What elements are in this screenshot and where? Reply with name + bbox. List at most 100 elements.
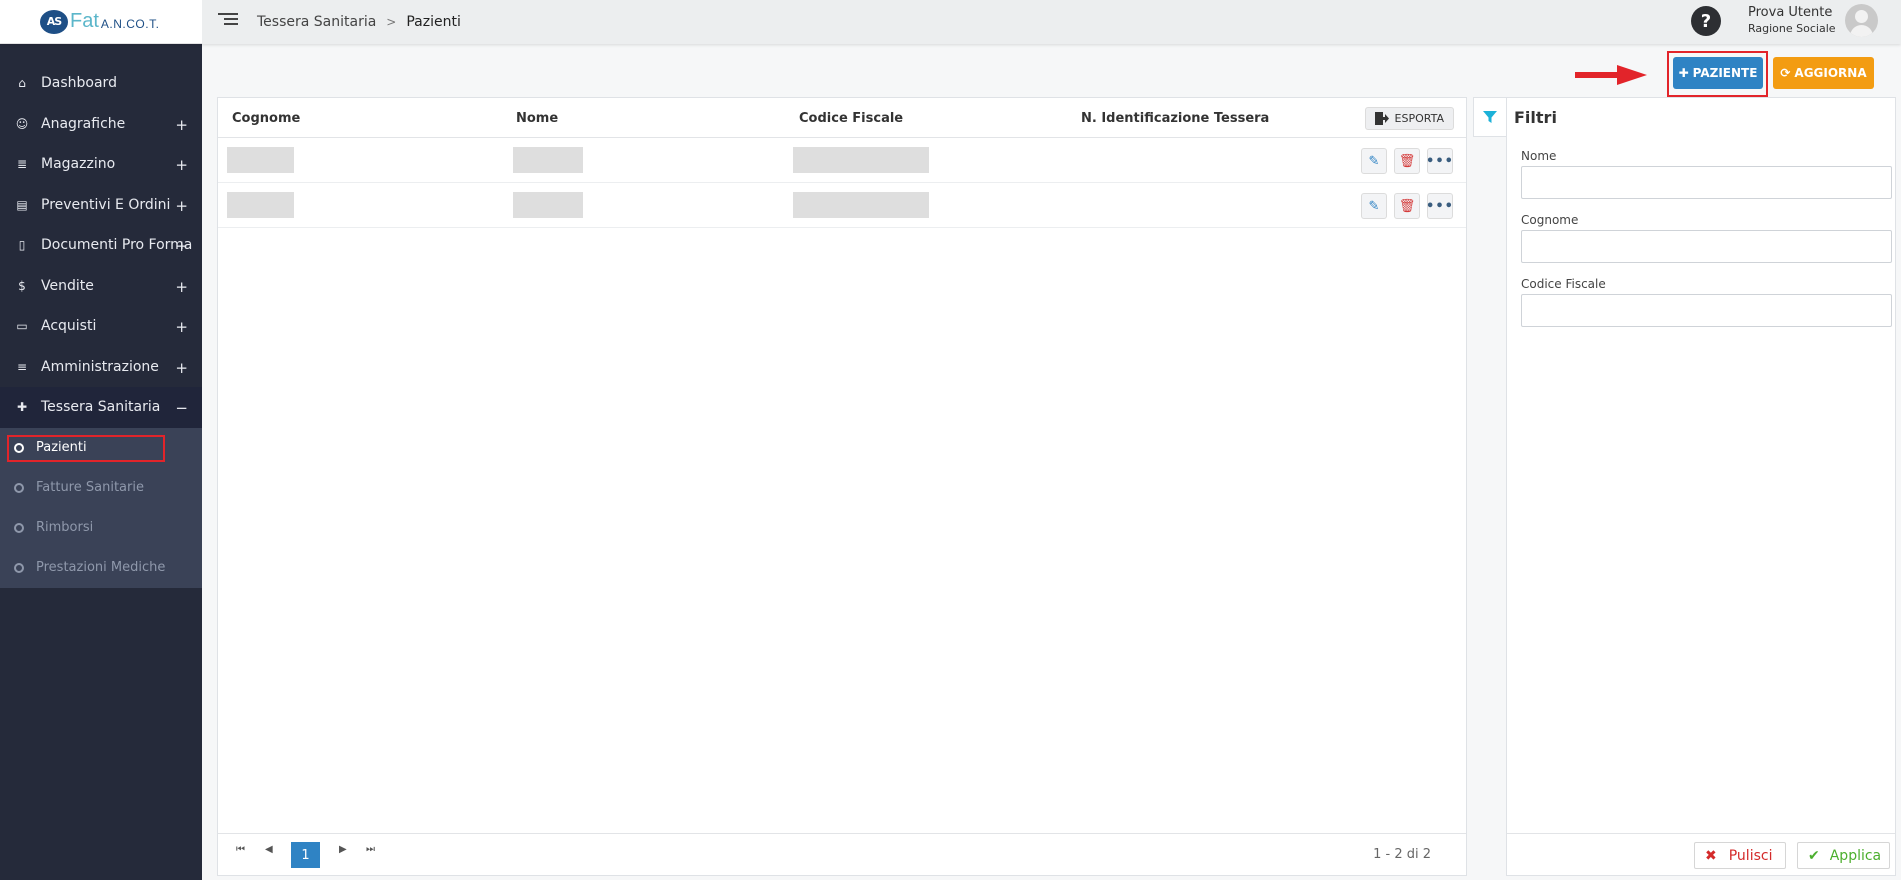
table-header: Cognome Nome Codice Fiscale N. Identific… bbox=[218, 98, 1466, 138]
expand-icon[interactable]: + bbox=[175, 116, 188, 134]
filter-nome-input[interactable] bbox=[1521, 166, 1892, 199]
prev-page-icon[interactable]: ◀ bbox=[265, 844, 273, 855]
sidebar-subitem-rimborsi[interactable]: Rimborsi bbox=[0, 508, 202, 548]
cell-nome-redacted bbox=[513, 147, 583, 173]
user-company: Ragione Sociale bbox=[1748, 22, 1836, 35]
more-options-icon[interactable]: ••• bbox=[1426, 148, 1453, 174]
avatar[interactable] bbox=[1845, 4, 1878, 37]
expand-icon[interactable]: + bbox=[175, 359, 188, 377]
user-icon: ☺ bbox=[15, 116, 29, 131]
sidebar-item-label: Tessera Sanitaria bbox=[41, 399, 161, 416]
sidebar-item-vendite[interactable]: $ Vendite + bbox=[0, 266, 202, 307]
table-row[interactable]: ✎ 🗑 ••• bbox=[218, 138, 1466, 183]
filter-panel: Filtri Nome Cognome Codice Fiscale ✖ Pul… bbox=[1506, 97, 1896, 876]
column-header-tessera[interactable]: N. Identificazione Tessera bbox=[1081, 111, 1269, 126]
sidebar-item-label: Dashboard bbox=[41, 75, 117, 92]
export-icon bbox=[1374, 112, 1389, 125]
sidebar-item-amministrazione[interactable]: ≡ Amministrazione + bbox=[0, 347, 202, 388]
sidebar-item-label: Documenti Pro Forma bbox=[41, 237, 193, 254]
next-page-icon[interactable]: ▶ bbox=[339, 844, 347, 855]
sidebar-item-label: Preventivi E Ordini bbox=[41, 196, 171, 213]
column-header-nome[interactable]: Nome bbox=[516, 111, 558, 126]
last-page-icon[interactable]: ⏭ bbox=[366, 844, 375, 855]
sidebar-item-anagrafiche[interactable]: ☺ Anagrafiche + bbox=[0, 104, 202, 145]
clear-filters-button[interactable]: ✖ Pulisci bbox=[1694, 842, 1786, 869]
edit-icon[interactable]: ✎ bbox=[1361, 148, 1387, 174]
cell-codice-fiscale-redacted bbox=[793, 147, 929, 173]
breadcrumb-parent[interactable]: Tessera Sanitaria bbox=[257, 14, 376, 30]
expand-icon[interactable]: + bbox=[175, 237, 188, 255]
breadcrumb-current: Pazienti bbox=[406, 14, 461, 30]
expand-icon[interactable]: + bbox=[175, 156, 188, 174]
sidebar-subitem-prestazioni-mediche[interactable]: Prestazioni Mediche bbox=[0, 548, 202, 588]
sidebar-subitem-label: Fatture Sanitarie bbox=[36, 480, 144, 495]
filter-icon[interactable] bbox=[1473, 97, 1506, 137]
filter-cognome-input[interactable] bbox=[1521, 230, 1892, 263]
dollar-icon: $ bbox=[18, 278, 26, 293]
user-info[interactable]: Prova Utente Ragione Sociale bbox=[1748, 5, 1836, 35]
sidebar-item-magazzino[interactable]: ≣ Magazzino + bbox=[0, 144, 202, 185]
expand-icon[interactable]: + bbox=[175, 197, 188, 215]
apply-filters-button[interactable]: ✔ Applica bbox=[1797, 842, 1890, 869]
close-icon: ✖ bbox=[1705, 847, 1717, 864]
column-header-codice-fiscale[interactable]: Codice Fiscale bbox=[799, 111, 903, 126]
logo-text: Fat bbox=[70, 10, 99, 32]
arrow-pointer-icon bbox=[1575, 65, 1647, 85]
cell-cognome-redacted bbox=[227, 192, 294, 218]
refresh-button[interactable]: ⟳ AGGIORNA bbox=[1773, 57, 1874, 89]
sidebar-item-label: Amministrazione bbox=[41, 358, 159, 375]
filter-footer: ✖ Pulisci ✔ Applica bbox=[1507, 833, 1895, 875]
logo-subtext: A.N.CO.T. bbox=[100, 17, 160, 31]
sidebar-item-documenti-pro-forma[interactable]: ▯ Documenti Pro Forma + bbox=[0, 225, 202, 266]
sidebar-item-acquisti[interactable]: ▭ Acquisti + bbox=[0, 306, 202, 347]
top-bar: AS Fat A.N.CO.T. Tessera Sanitaria > Paz… bbox=[0, 0, 1901, 44]
pagination: ⏮ ◀ 1 ▶ ⏭ 1 - 2 di 2 bbox=[218, 833, 1466, 875]
delete-icon[interactable]: 🗑 bbox=[1394, 148, 1420, 174]
edit-icon[interactable]: ✎ bbox=[1361, 193, 1387, 219]
circle-icon bbox=[14, 482, 24, 493]
boxes-icon: ≣ bbox=[16, 157, 28, 172]
sidebar-item-tessera-sanitaria[interactable]: ✚ Tessera Sanitaria − bbox=[0, 387, 202, 428]
add-patient-button[interactable]: ✚ PAZIENTE bbox=[1673, 57, 1763, 89]
refresh-label: AGGIORNA bbox=[1794, 66, 1867, 80]
highlight-box bbox=[7, 434, 165, 462]
sidebar-item-label: Vendite bbox=[41, 277, 94, 294]
submenu-tessera-sanitaria: Pazienti Fatture Sanitarie Rimborsi Prestaz… bbox=[0, 427, 202, 588]
help-icon[interactable]: ? bbox=[1691, 6, 1721, 36]
column-header-cognome[interactable]: Cognome bbox=[232, 111, 300, 126]
medical-kit-icon: ✚ bbox=[16, 400, 28, 415]
sidebar-subitem-label: Prestazioni Mediche bbox=[36, 560, 166, 575]
page-1-button[interactable]: 1 bbox=[291, 842, 320, 868]
app-logo[interactable]: AS Fat A.N.CO.T. bbox=[0, 0, 202, 44]
sidebar-item-dashboard[interactable]: ⌂ Dashboard bbox=[0, 63, 202, 104]
clear-filters-label: Pulisci bbox=[1728, 847, 1773, 864]
collapse-icon[interactable]: − bbox=[175, 399, 188, 417]
expand-icon[interactable]: + bbox=[175, 278, 188, 296]
expand-icon[interactable]: + bbox=[175, 318, 188, 336]
refresh-icon: ⟳ bbox=[1780, 66, 1791, 80]
sidebar-subitem-label: Rimborsi bbox=[36, 520, 94, 535]
export-button[interactable]: ESPORTA bbox=[1364, 107, 1454, 130]
delete-icon[interactable]: 🗑 bbox=[1394, 193, 1420, 219]
filter-codice-fiscale-input[interactable] bbox=[1521, 294, 1892, 327]
sidebar-item-preventivi-e-ordini[interactable]: ▤ Preventivi E Ordini + bbox=[0, 185, 202, 226]
circle-icon bbox=[14, 522, 24, 533]
menu-toggle-icon[interactable] bbox=[218, 13, 238, 29]
more-options-icon[interactable]: ••• bbox=[1426, 193, 1453, 219]
export-label: ESPORTA bbox=[1394, 112, 1444, 125]
home-icon: ⌂ bbox=[18, 76, 26, 91]
sidebar-subitem-fatture-sanitarie[interactable]: Fatture Sanitarie bbox=[0, 468, 202, 508]
user-name: Prova Utente bbox=[1748, 5, 1833, 20]
circle-icon bbox=[14, 562, 24, 573]
first-page-icon[interactable]: ⏮ bbox=[236, 844, 245, 855]
document-icon: ▯ bbox=[18, 238, 26, 253]
sidebar-subitem-pazienti[interactable]: Pazienti bbox=[0, 428, 202, 468]
plus-icon: ✚ bbox=[1678, 66, 1689, 80]
cell-nome-redacted bbox=[513, 192, 583, 218]
pagination-info: 1 - 2 di 2 bbox=[1373, 847, 1431, 862]
cell-cognome-redacted bbox=[227, 147, 294, 173]
clipboard-icon: ▤ bbox=[16, 197, 28, 212]
sidebar-item-label: Anagrafiche bbox=[41, 115, 126, 132]
database-icon: ≡ bbox=[16, 359, 28, 374]
table-row[interactable]: ✎ 🗑 ••• bbox=[218, 183, 1466, 228]
